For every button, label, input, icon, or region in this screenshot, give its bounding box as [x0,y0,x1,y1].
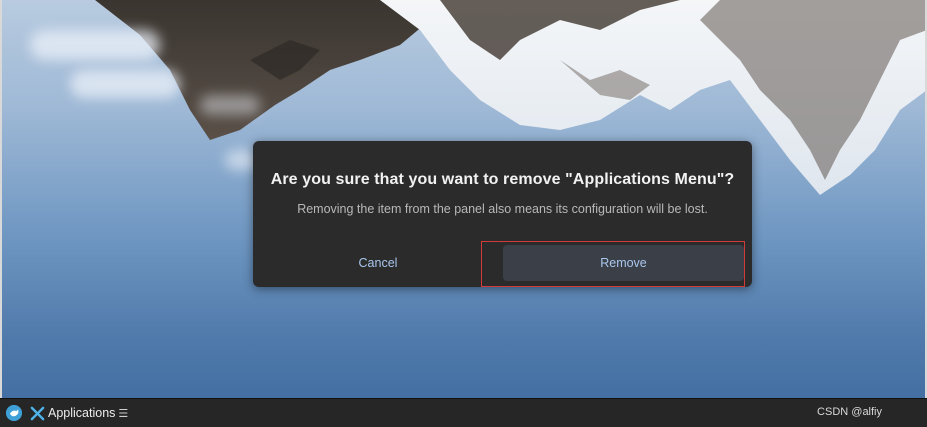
desktop: Are you sure that you want to remove "Ap… [0,0,927,427]
menu-overflow-icon: ☰ [118,407,129,420]
dialog-title: Are you sure that you want to remove "Ap… [270,171,735,188]
window-edge-left [0,0,2,398]
cancel-button[interactable]: Cancel [259,245,497,281]
applications-menu-icon [30,406,45,420]
applications-menu-button[interactable]: Applications ☰ [30,404,128,422]
applications-menu-label: Applications [48,406,116,420]
watermark-credit: CSDN @alfiy [817,406,882,418]
dialog-message: Removing the item from the panel also me… [297,202,708,216]
remove-confirmation-dialog: Are you sure that you want to remove "Ap… [253,141,752,287]
distro-logo-icon[interactable] [6,405,22,421]
bottom-panel: Applications ☰ CSDN @alfiy [0,398,927,427]
remove-button[interactable]: Remove [503,245,744,281]
